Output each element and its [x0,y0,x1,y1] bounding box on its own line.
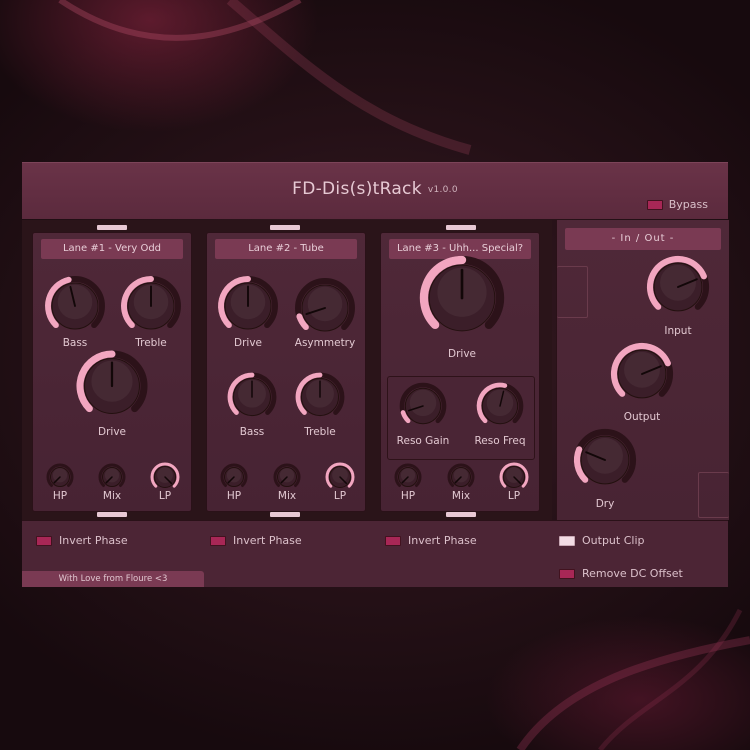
lane-1-hp-knob[interactable] [43,460,77,494]
lane-3-reso-freq-knob[interactable] [474,380,526,432]
plugin-title: FD-Dis(s)tRack v1.0.0 [22,179,728,199]
output-label: Output [623,411,661,423]
output-clip-led-icon [559,535,575,546]
lane-2-treble-label: Treble [304,426,336,438]
lane-3-lp-label: LP [507,490,521,502]
dry-knob[interactable] [572,427,638,493]
remove-dc-offset-label: Remove DC Offset [582,567,683,580]
bypass-toggle[interactable]: Bypass [646,198,708,211]
remove-dc-offset-led-icon [559,568,575,579]
bottom-strip: Invert Phase Invert Phase Invert Phase O… [22,520,728,587]
lane-1-mix-knob[interactable] [95,460,129,494]
io-deco-left [557,266,588,318]
lane-3-reso-gain-knob[interactable] [397,380,449,432]
lane-1-invert-phase-toggle[interactable]: Invert Phase [36,534,128,547]
lane-2-hp-knob[interactable] [217,460,251,494]
credit-tag: With Love from Floure <3 [22,571,204,587]
lane-2-input-clip-indicator [270,225,300,230]
lane-1-treble-label: Treble [135,337,167,349]
lane-2-invert-phase-toggle[interactable]: Invert Phase [210,534,302,547]
plugin-window: FD-Dis(s)tRack v1.0.0 Bypass Lane #1 - Ve… [22,162,729,587]
lane-3-drive-label: Drive [448,348,476,360]
input-knob[interactable] [645,254,711,320]
lane-3-invert-phase-led-icon [385,535,401,546]
lane-2-drive-knob[interactable] [216,274,280,338]
dry-label: Dry [595,498,615,510]
app-name: FD-Dis(s)tRack [292,179,422,199]
input-label: Input [664,325,692,337]
lane-1-drive-label: Drive [98,426,126,438]
io-deco-right [698,472,729,518]
lane-3-mix-knob[interactable] [444,460,478,494]
in-out-header: - In / Out - [565,228,721,250]
lane-1-output-clip-indicator [97,512,127,517]
lane-1-header: Lane #1 - Very Odd [41,239,183,259]
lane-2-asymmetry-label: Asymmetry [294,337,356,349]
output-clip-toggle[interactable]: Output Clip [559,534,644,547]
lane-1-treble-knob[interactable] [119,274,183,338]
bypass-label: Bypass [668,198,708,211]
lane-3-drive-knob[interactable] [419,255,505,341]
lane-1-invert-phase-label: Invert Phase [59,534,128,547]
lane-1-bass-knob[interactable] [43,274,107,338]
lane-1-invert-phase-led-icon [36,535,52,546]
lane-3-hp-knob[interactable] [391,460,425,494]
lane-1-drive-knob[interactable] [75,349,149,423]
lane-2-output-clip-indicator [270,512,300,517]
version-label: v1.0.0 [427,185,458,195]
lane-2-bass-knob[interactable] [225,370,279,424]
output-knob[interactable] [609,341,675,407]
lane-3-invert-phase-toggle[interactable]: Invert Phase [385,534,477,547]
lane-1-input-clip-indicator [97,225,127,230]
lane-3-invert-phase-label: Invert Phase [408,534,477,547]
lane-3-output-clip-indicator [446,512,476,517]
lane-3-input-clip-indicator [446,225,476,230]
remove-dc-offset-toggle[interactable]: Remove DC Offset [559,567,683,580]
lane-2-invert-phase-label: Invert Phase [233,534,302,547]
lane-2-mix-knob[interactable] [270,460,304,494]
lane-2-invert-phase-led-icon [210,535,226,546]
lane-2-header: Lane #2 - Tube [215,239,357,259]
bypass-led-icon [646,199,663,210]
output-clip-label: Output Clip [582,534,645,547]
title-bar: FD-Dis(s)tRack v1.0.0 Bypass [22,162,728,219]
lane-3-reso-freq-label: Reso Freq [474,435,526,447]
lane-2-asymmetry-knob[interactable] [293,276,357,340]
lane-2-treble-knob[interactable] [293,370,347,424]
